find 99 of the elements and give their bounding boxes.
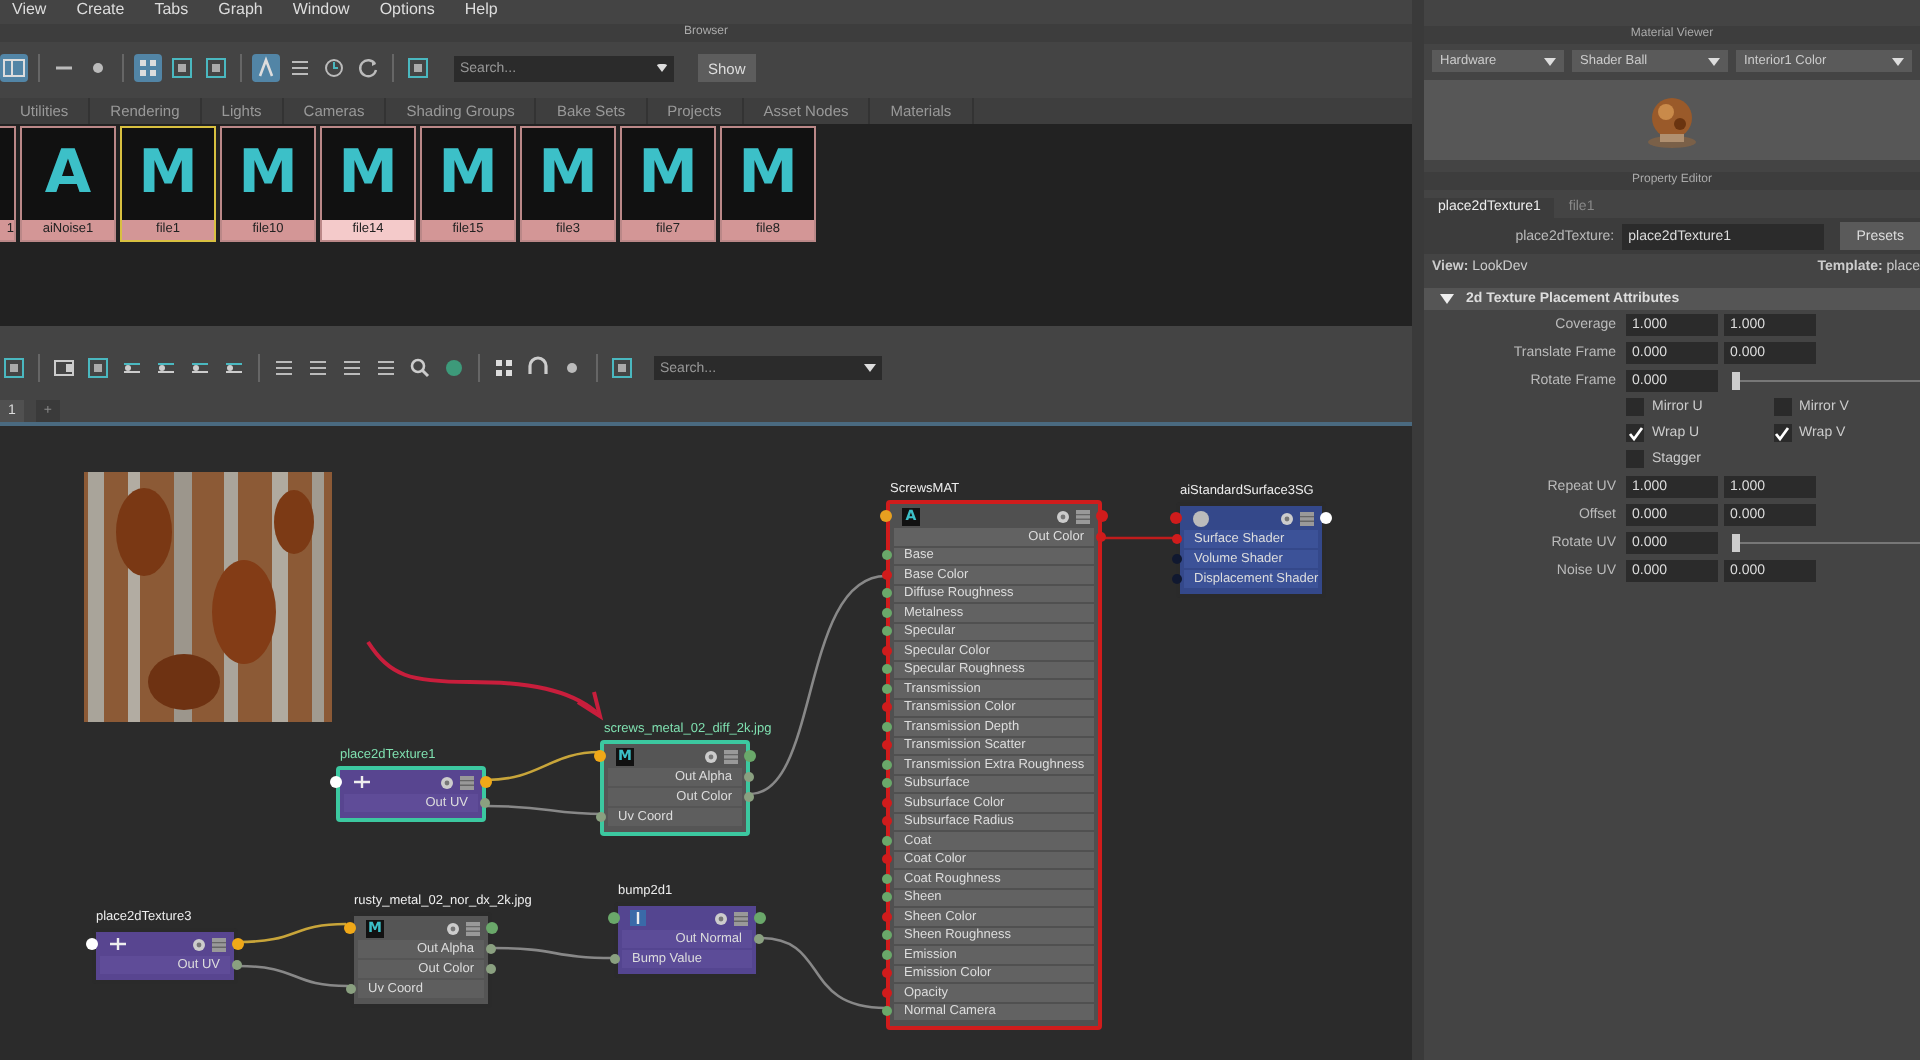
caret-icon: [1708, 57, 1720, 65]
slider-thumb[interactable]: [1731, 371, 1740, 389]
menu-item[interactable]: Graph: [218, 0, 263, 22]
input-port[interactable]: [882, 683, 892, 694]
input-port[interactable]: [594, 750, 606, 762]
input-port[interactable]: [882, 588, 892, 599]
slider-thumb[interactable]: [1731, 533, 1740, 551]
crosshair-icon: [108, 936, 128, 952]
bump-icon: [630, 910, 646, 926]
input-port[interactable]: [882, 873, 892, 884]
swatch-glyph: A: [44, 144, 92, 204]
input-port[interactable]: [1172, 574, 1182, 584]
grid-icon[interactable]: [490, 354, 518, 382]
input-port[interactable]: [608, 912, 620, 924]
refresh-icon[interactable]: [354, 54, 382, 82]
menu-item[interactable]: View: [12, 0, 47, 22]
input-port[interactable]: [882, 816, 892, 827]
gear-icon[interactable]: [1056, 509, 1070, 523]
menu-item[interactable]: Window: [292, 0, 350, 22]
input-port[interactable]: [882, 664, 892, 675]
checkbox[interactable]: [1773, 424, 1791, 442]
swatch-glyph: M: [238, 144, 298, 204]
menu-item[interactable]: Help: [464, 0, 498, 22]
frame-icon[interactable]: [608, 354, 636, 382]
frame-icon[interactable]: [404, 54, 432, 82]
input-port[interactable]: [330, 776, 342, 788]
menu-item[interactable]: Options: [379, 0, 435, 22]
checkbox[interactable]: [1773, 398, 1791, 416]
input-port[interactable]: [610, 954, 620, 964]
connection-wire: [237, 964, 349, 988]
input-port[interactable]: [346, 984, 356, 994]
connection-wire: [492, 946, 614, 960]
gear-icon[interactable]: [440, 775, 454, 789]
swatch-glyph: M: [638, 144, 698, 204]
search-icon[interactable]: [406, 354, 434, 382]
swatch-glyph: M: [438, 144, 498, 204]
input-port[interactable]: [882, 645, 892, 656]
swatch-glyph: M: [338, 144, 398, 204]
input-port[interactable]: [882, 949, 892, 960]
output-port[interactable]: [744, 750, 756, 762]
checkbox[interactable]: [1626, 450, 1644, 468]
grid-icon[interactable]: [134, 54, 162, 82]
panel-icon[interactable]: [0, 54, 28, 82]
input-port[interactable]: [882, 702, 892, 713]
frame-icon[interactable]: [202, 54, 230, 82]
input-port[interactable]: [882, 1006, 892, 1017]
split-icon[interactable]: [50, 354, 78, 382]
input-port[interactable]: [882, 930, 892, 941]
checkbox[interactable]: [1626, 424, 1644, 442]
input-port[interactable]: [882, 835, 892, 846]
input-port[interactable]: [882, 778, 892, 789]
frame-icon[interactable]: [0, 354, 28, 382]
checkbox[interactable]: [1626, 398, 1644, 416]
node-card[interactable]: [886, 500, 1102, 1030]
gear-icon[interactable]: [192, 937, 206, 951]
caret-icon: [1892, 57, 1904, 65]
swatch-glyph: M: [138, 144, 198, 204]
output-port[interactable]: [480, 776, 492, 788]
grid-icon[interactable]: [1300, 511, 1314, 525]
input-port[interactable]: [1172, 534, 1182, 544]
input-port[interactable]: [880, 510, 892, 522]
input-port[interactable]: [882, 797, 892, 808]
input-port[interactable]: [1170, 512, 1182, 524]
menu-item[interactable]: Create: [76, 0, 125, 22]
output-port[interactable]: [1320, 512, 1332, 524]
gear-icon[interactable]: [704, 749, 718, 763]
input-port[interactable]: [596, 812, 606, 822]
input-port[interactable]: [882, 968, 892, 979]
input-port[interactable]: [882, 740, 892, 751]
input-port[interactable]: [882, 987, 892, 998]
swatch-glyph: M: [538, 144, 598, 204]
connection-wire: [759, 936, 887, 1010]
gear-icon[interactable]: [1280, 511, 1294, 525]
input-port[interactable]: [882, 911, 892, 922]
input-port[interactable]: [344, 922, 356, 934]
input-port[interactable]: [882, 892, 892, 903]
sphere-icon[interactable]: [440, 354, 468, 382]
swatch-glyph: M: [738, 144, 798, 204]
input-port[interactable]: [882, 550, 892, 561]
gear-icon[interactable]: [446, 921, 460, 935]
crosshair-icon: [352, 774, 372, 790]
input-port[interactable]: [882, 569, 892, 580]
clock-icon[interactable]: [320, 54, 348, 82]
input-port[interactable]: [1172, 554, 1182, 564]
input-port[interactable]: [882, 759, 892, 770]
caret-icon: [1544, 57, 1556, 65]
frame-icon[interactable]: [168, 54, 196, 82]
input-port[interactable]: [882, 607, 892, 618]
menu-item[interactable]: Tabs: [154, 0, 189, 22]
input-port[interactable]: [882, 721, 892, 732]
input-port[interactable]: [882, 854, 892, 865]
sphere-icon: [1192, 509, 1210, 527]
frame-icon[interactable]: [84, 354, 112, 382]
gear-icon[interactable]: [714, 911, 728, 925]
connection-wire: [485, 750, 601, 782]
expand-icon: [1440, 293, 1454, 305]
input-port[interactable]: [882, 626, 892, 637]
input-port[interactable]: [86, 938, 98, 950]
output-port[interactable]: [232, 938, 244, 950]
